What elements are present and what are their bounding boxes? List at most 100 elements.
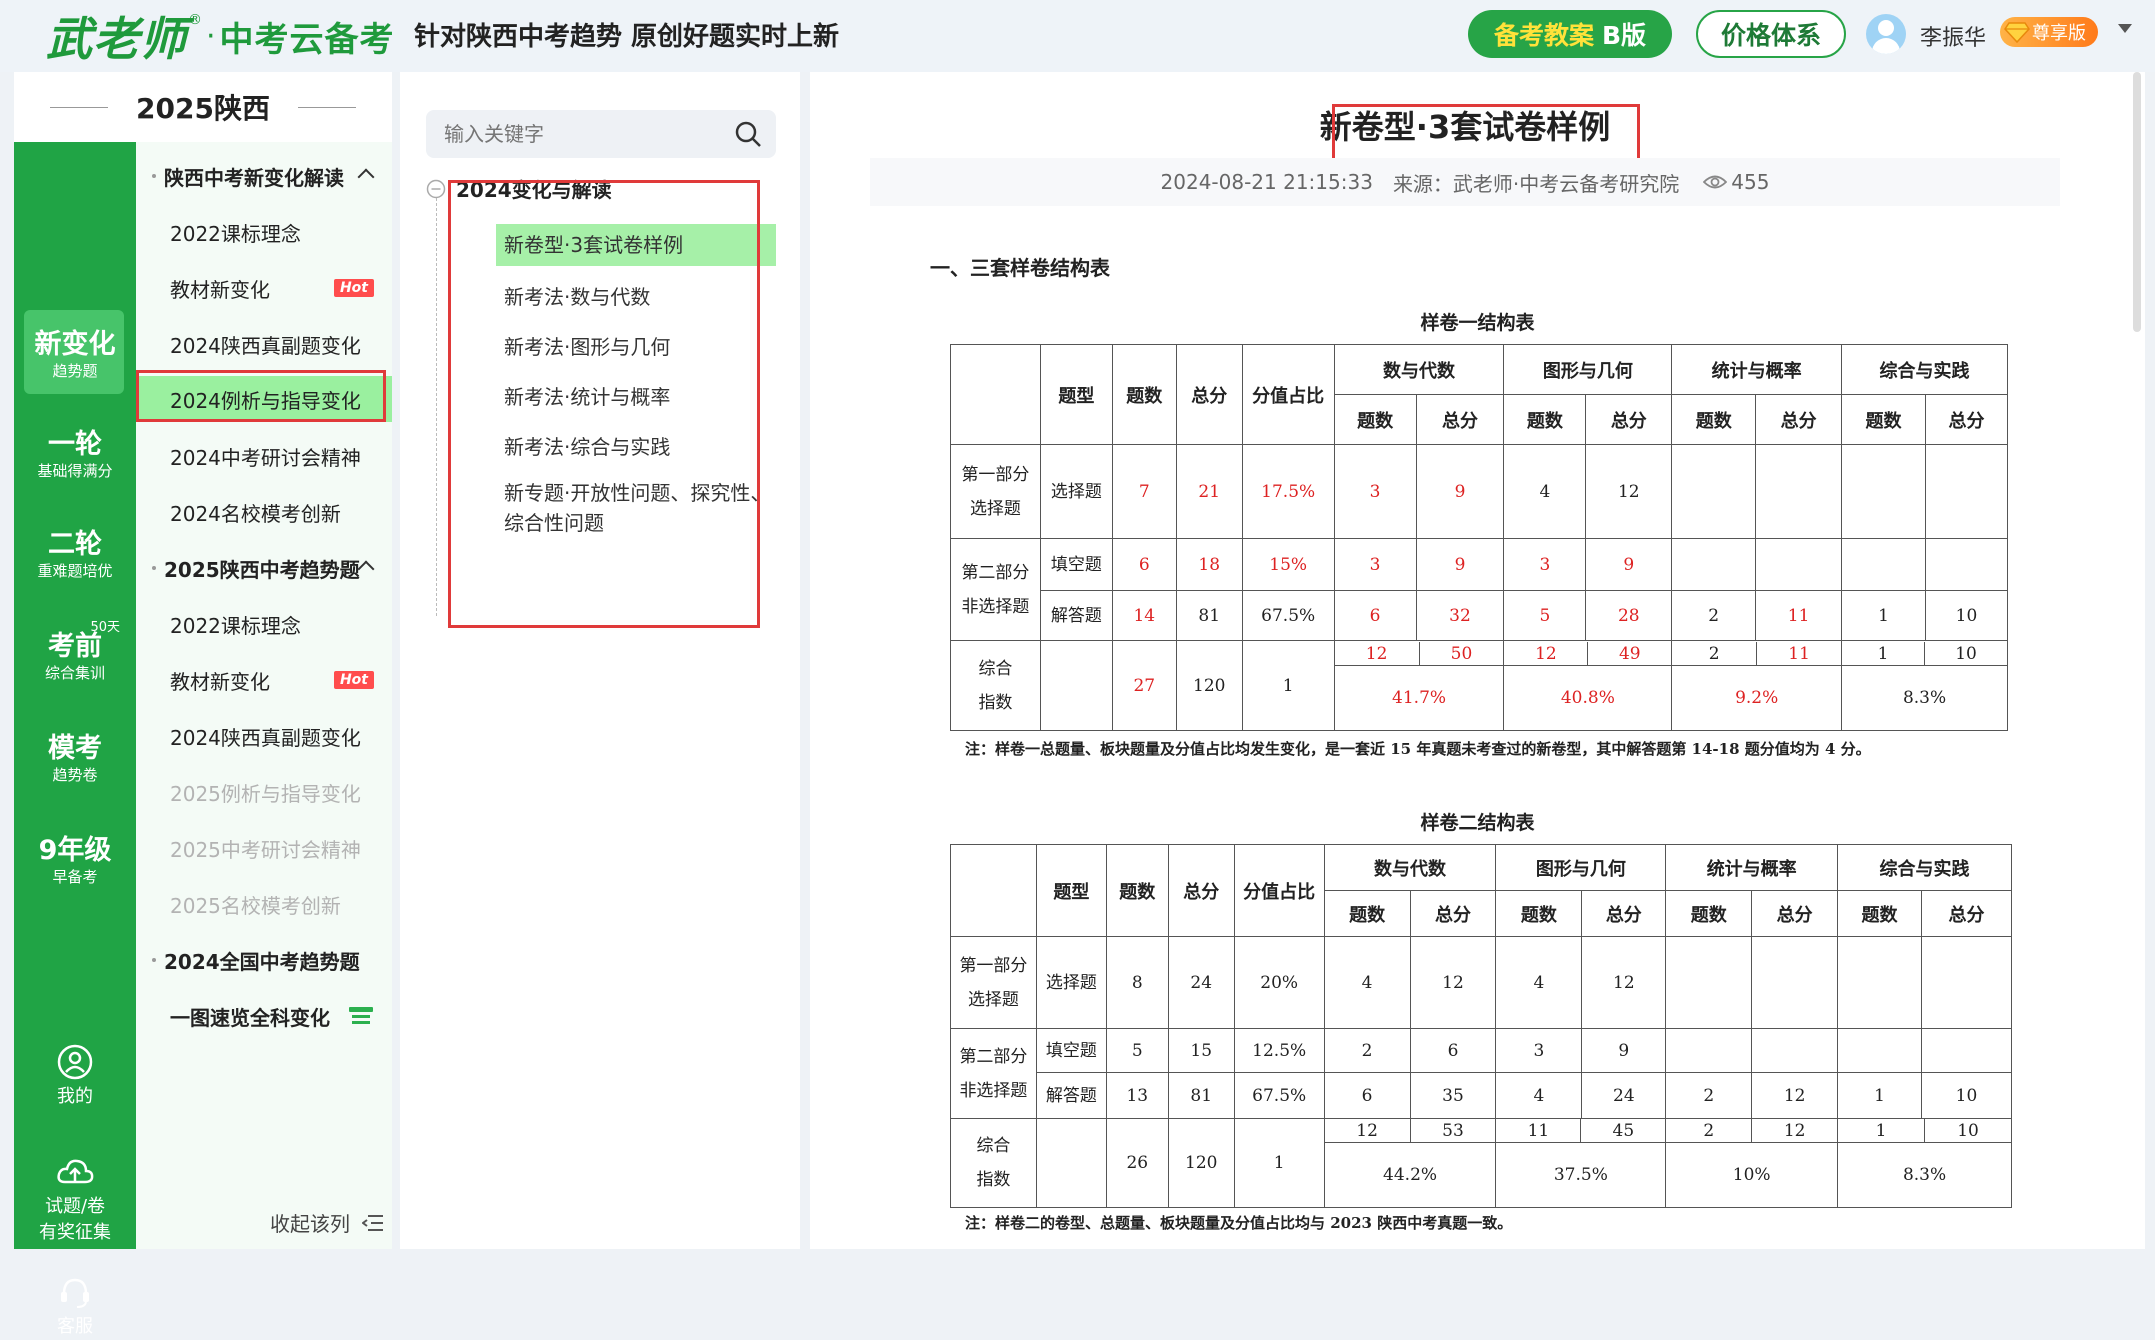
empty-cell (1039, 640, 1113, 731)
sub-header: 题数 (1671, 394, 1757, 445)
sum-cell: 12 50 41.7% (1333, 640, 1505, 731)
brand-logo[interactable]: 武老师 ® · 中考云备考 (46, 6, 395, 66)
cell (1751, 1028, 1839, 1073)
username[interactable]: 李振华 (1920, 20, 1986, 52)
cell: 53 (1442, 1121, 1464, 1141)
cell: 9 (1585, 538, 1673, 591)
row-header-line1: 综合 (976, 1136, 1011, 1156)
rail-item-support[interactable]: 客服 (14, 1272, 136, 1340)
cell: 15% (1241, 538, 1335, 591)
cell: 8 (1105, 936, 1169, 1029)
rail-item-mine[interactable]: 我的 (14, 1042, 136, 1110)
row-header-line1: 综合 (978, 658, 1013, 679)
scrollbar[interactable] (2133, 72, 2141, 332)
cell: 6 (1409, 1028, 1497, 1073)
vip-badge[interactable]: 尊享版 (2000, 17, 2098, 47)
cell (1837, 1028, 1922, 1073)
chevron-up-icon[interactable] (357, 168, 375, 186)
pricing-button[interactable]: 价格体系 (1696, 10, 1846, 58)
catalog-item-label: 2024名校模考创新 (170, 501, 341, 526)
group-header: 综合与实践 (1837, 844, 2012, 891)
cell: 3 (1333, 444, 1417, 539)
search-icon[interactable] (734, 120, 762, 148)
rail-item-grade9[interactable]: 9年级 早备考 (14, 834, 136, 886)
chevron-up-icon[interactable] (357, 560, 375, 578)
catalog-group-label: 2025陕西中考趋势题 (164, 557, 360, 582)
cell: 1 (1841, 590, 1926, 641)
catalog-item[interactable]: 教材新变化 Hot (136, 658, 392, 702)
table-caption: 样卷二结构表 (1420, 812, 1535, 834)
cell (1665, 1028, 1753, 1073)
logo-main-text: 武老师 (46, 12, 187, 66)
cell: 6 (1111, 538, 1177, 591)
rail-item-subtitle: 重难题培优 (37, 562, 113, 580)
percent-cell: 8.3% (1902, 1165, 1947, 1185)
row-header-line2: 选择题 (969, 498, 1021, 519)
avatar-icon[interactable] (1866, 14, 1906, 54)
lesson-plan-button[interactable]: 备考教案 B版 (1468, 10, 1672, 58)
cell: 11 (1788, 643, 1810, 664)
cell: 1 (1837, 1072, 1922, 1119)
catalog-item[interactable]: 2024中考研讨会精神 (136, 434, 392, 478)
site-tagline: 针对陕西中考趋势 原创好题实时上新 (414, 22, 840, 52)
search-input[interactable] (426, 110, 726, 158)
cell: 1 (1233, 1118, 1325, 1208)
section-heading: 一、三套样卷结构表 (930, 256, 1110, 280)
cell: 12 (1409, 936, 1497, 1029)
table-row: 第一部分 选择题 选择题 7 21 17.5% 3 9 4 12 (950, 444, 2009, 539)
rail-item-title: 二轮 (48, 529, 102, 560)
catalog-item[interactable]: 2024名校模考创新 (136, 490, 392, 534)
cell: 11 (1755, 590, 1843, 641)
rail-item-round-one[interactable]: 一轮 基础得满分 (14, 428, 136, 480)
sub-header: 题数 (1841, 394, 1926, 445)
headset-icon (61, 1278, 89, 1308)
rail-item-new-changes[interactable]: 新变化 趋势题 (14, 328, 136, 380)
catalog-group[interactable]: 2024全国中考趋势题 (136, 938, 392, 982)
row-header-line2: 选择题 (967, 989, 1019, 1010)
catalog-item[interactable]: 2024陕西真副题变化 (136, 714, 392, 758)
cell: 12.5% (1233, 1028, 1325, 1073)
catalog-item[interactable]: 教材新变化 Hot (136, 266, 392, 310)
cell (1841, 444, 1926, 539)
table-row: 综合 指数 27 120 1 12 50 41.7% 12 49 40.8% 2 11 … (950, 640, 2008, 731)
rail-item-label: 我的 (57, 1086, 93, 1107)
sub-header: 题数 (1665, 890, 1753, 937)
corner-cell (950, 344, 1041, 445)
top-header: 武老师 ® · 中考云备考 针对陕西中考趋势 原创好题实时上新 备考教案 B版 … (0, 0, 2155, 72)
rail-item-pre-exam[interactable]: 50天 考前 综合集训 (14, 620, 136, 682)
cell (1671, 538, 1757, 591)
rail-item-submit-questions[interactable]: 试题/卷 有奖征集 (14, 1152, 136, 1246)
cell (1837, 936, 1922, 1029)
rail-item-mock-exam[interactable]: 模考 趋势卷 (14, 732, 136, 784)
collapse-minus-icon[interactable] (426, 179, 446, 199)
rail-item-subtitle: 趋势卷 (52, 766, 98, 784)
table-caption: 样卷一结构表 (1420, 312, 1535, 334)
cell: 20% (1233, 936, 1325, 1029)
article-date: 2024-08-21 21:15:33 (1160, 170, 1373, 194)
cell: 13 (1105, 1072, 1169, 1119)
user-menu-caret-icon[interactable] (2118, 24, 2132, 33)
catalog-item[interactable]: 2024陕西真副题变化 (136, 322, 392, 366)
catalog-item[interactable]: 2022课标理念 (136, 602, 392, 646)
cell (1924, 538, 2009, 591)
lesson-plan-label: 备考教案 (1493, 21, 1594, 50)
rail-item-title: 新变化 (34, 329, 116, 360)
region-title[interactable]: 2025陕西 (14, 72, 392, 142)
rail-item-round-two[interactable]: 二轮 重难题培优 (14, 528, 136, 580)
cell: 67.5% (1233, 1072, 1325, 1119)
cell: 120 (1175, 640, 1243, 731)
catalog-group[interactable]: 陕西中考新变化解读 (136, 154, 392, 198)
rail-item-title: 一轮 (48, 429, 102, 460)
cell: 2 (1323, 1028, 1411, 1073)
catalog-group[interactable]: 一图速览全科变化 (136, 994, 392, 1038)
collapse-column-button[interactable]: 收起该列 (270, 1208, 384, 1237)
cell (1921, 1028, 2012, 1073)
rail-item-label: 客服 (57, 1316, 93, 1337)
col-header: 总分 (1167, 844, 1235, 937)
table-note: 注：样卷一总题量、板块题量及分值占比均发生变化，是一套近 15 年真题未考查过的… (965, 740, 1871, 758)
row-header-line2: 非选择题 (961, 596, 1030, 617)
catalog-group[interactable]: 2025陕西中考趋势题 (136, 546, 392, 590)
cell: 4 (1495, 1072, 1583, 1119)
catalog-item[interactable]: 2022课标理念 (136, 210, 392, 254)
sub-header: 题数 (1503, 394, 1587, 445)
